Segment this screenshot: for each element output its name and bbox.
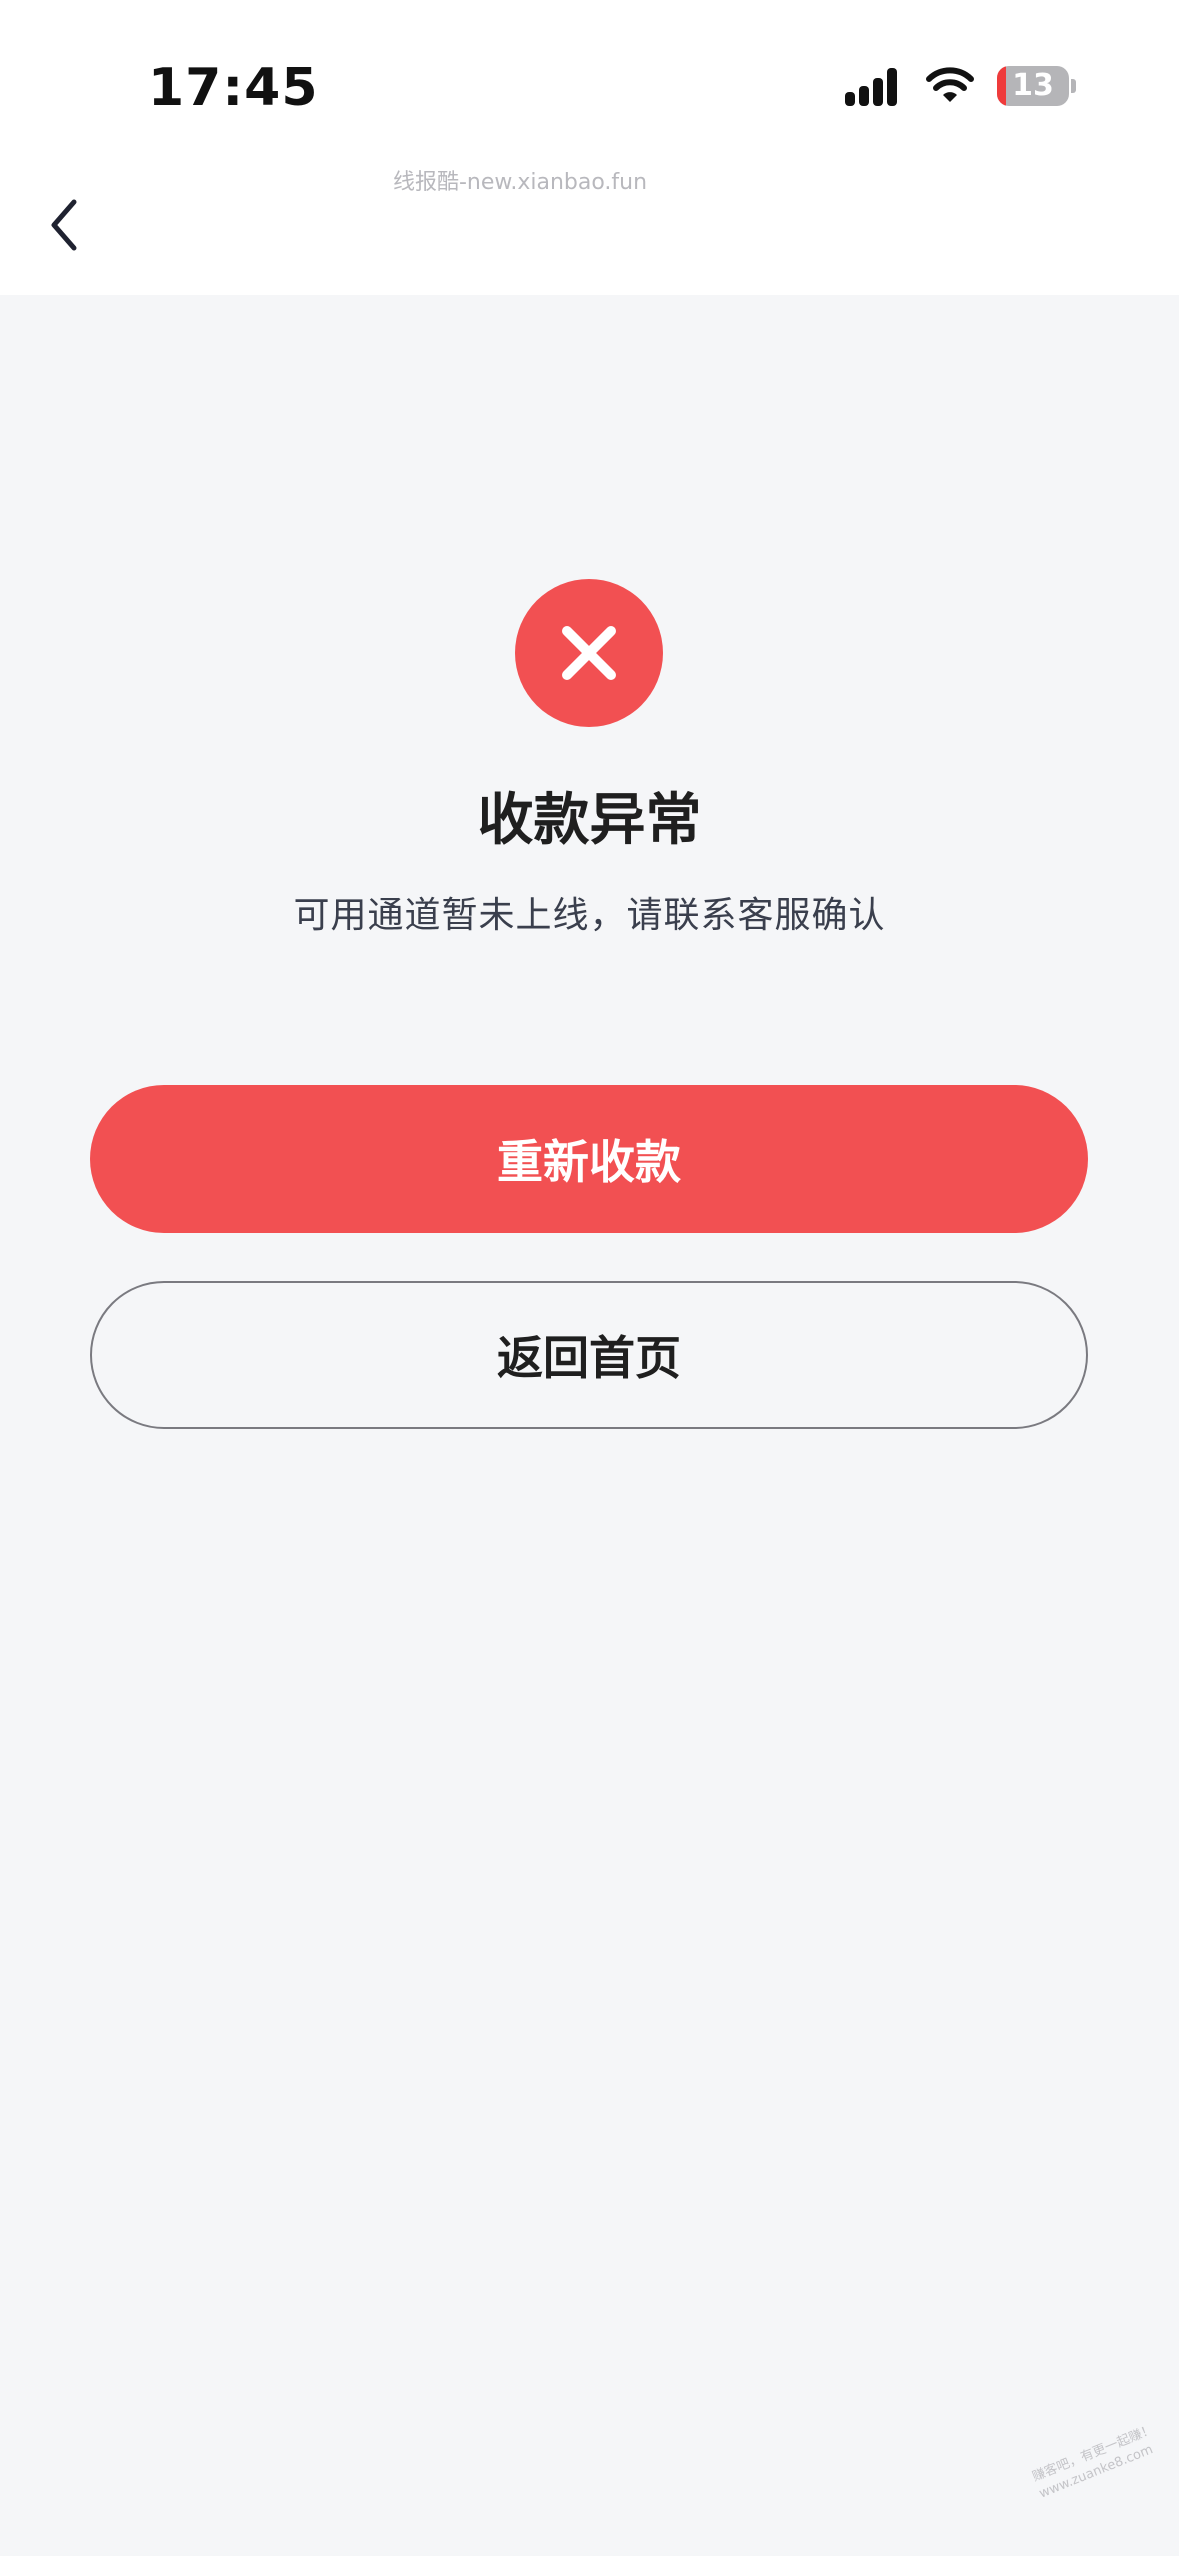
signal-icon [845, 68, 897, 106]
header-watermark: 线报酷-new.xianbao.fun [392, 170, 648, 195]
back-button[interactable] [40, 190, 90, 260]
footer-watermark: 赚客吧，有更一起赚！ www.zuanke8.com [1030, 2414, 1179, 2504]
battery-body: 13 [997, 66, 1069, 106]
error-status-icon [515, 579, 663, 727]
wifi-icon [926, 67, 974, 102]
result-title: 收款异常 [477, 788, 702, 853]
result-message: 可用通道暂未上线，请联系客服确认 [293, 895, 886, 936]
battery-icon: 13 [997, 66, 1076, 106]
top-bar: 17:45 13 线报酷-new.xianbao.fun [0, 0, 1179, 295]
chevron-left-icon [51, 199, 77, 251]
battery-tip [1071, 79, 1076, 93]
status-time: 17:45 [148, 58, 319, 118]
close-icon [562, 626, 616, 680]
retry-payment-button[interactable]: 重新收款 [90, 1085, 1088, 1233]
return-home-button[interactable]: 返回首页 [90, 1281, 1088, 1429]
battery-level: 13 [1012, 68, 1054, 103]
